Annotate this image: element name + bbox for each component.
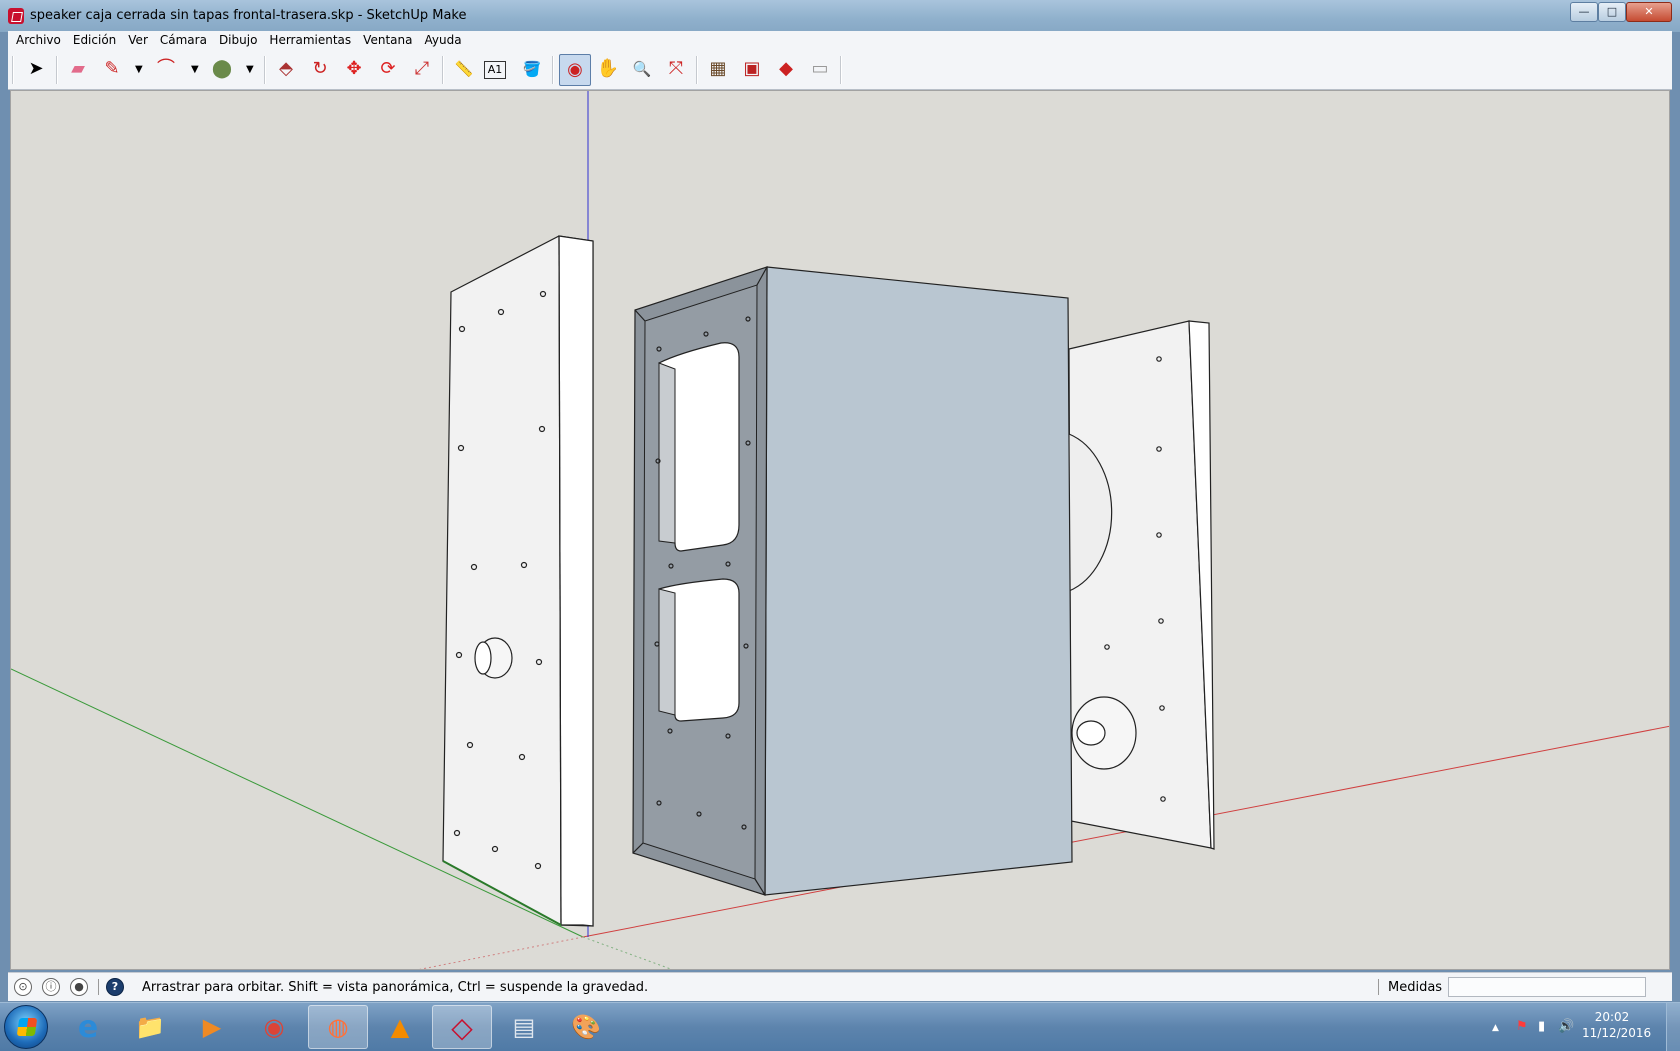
orbit-icon[interactable]: ◉ (559, 54, 591, 86)
clock-time: 20:02 (1594, 1010, 1630, 1024)
vlc-icon[interactable]: ▲ (370, 1005, 430, 1049)
zoom-extents-icon[interactable]: ⤧ (662, 55, 690, 83)
help-icon[interactable]: ? (106, 978, 124, 996)
menu-dibujo[interactable]: Dibujo (213, 31, 263, 50)
windows-taskbar: e 📁 ▶ ◉ ◍ ▲ ◇ ▤ 🎨 ▲ ⚑ ▮ 🔊 20:02 11/12/20… (0, 1002, 1680, 1051)
chrome-icon[interactable]: ◉ (244, 1005, 304, 1049)
minimize-button[interactable]: — (1570, 2, 1598, 22)
layout-icon[interactable]: ▭ (806, 55, 834, 83)
front-panel (442, 235, 594, 927)
measurements-label: Medidas (1388, 980, 1443, 995)
status-message: Arrastrar para orbitar. Shift = vista pa… (142, 980, 649, 995)
start-button[interactable] (4, 1005, 48, 1049)
text-icon[interactable]: A1 (484, 61, 506, 79)
pencil-dropdown-icon[interactable]: ▼ (135, 64, 143, 75)
zoom-icon[interactable]: 🔍 (628, 55, 656, 83)
credits-icon[interactable]: ⓘ (42, 978, 60, 996)
main-toolbar: ➤ ▰ ✎ ▼ ⌒ ▼ ⬤ ▼ ⬘ ↻ ✥ ⟳ ⤢ 📏 A1 🪣 ◉ ✋ 🔍 ⤧… (8, 50, 1672, 90)
follow-me-icon[interactable]: ↻ (306, 55, 334, 83)
toolbar-separator (442, 56, 444, 84)
menu-herramientas[interactable]: Herramientas (263, 31, 357, 50)
move-icon[interactable]: ✥ (340, 55, 368, 83)
media-player-icon[interactable]: ▶ (182, 1005, 242, 1049)
window-title: speaker caja cerrada sin tapas frontal-t… (30, 8, 467, 23)
paint-bucket-icon[interactable]: 🪣 (518, 55, 546, 83)
tray-expand-icon[interactable]: ▲ (1492, 1023, 1499, 1033)
system-clock[interactable]: 20:02 11/12/2016 (1582, 1009, 1652, 1041)
toolbar-separator (840, 56, 842, 84)
arc-dropdown-icon[interactable]: ▼ (191, 64, 199, 75)
menu-ayuda[interactable]: Ayuda (418, 31, 467, 50)
menu-edicion[interactable]: Edición (67, 31, 122, 50)
geolocation-icon[interactable]: ⊙ (14, 978, 32, 996)
menu-bar: Archivo Edición Ver Cámara Dibujo Herramienta… (8, 31, 1672, 51)
speaker-cabinet (632, 266, 1073, 896)
close-button[interactable]: ✕ (1626, 2, 1672, 22)
pan-icon[interactable]: ✋ (594, 55, 622, 83)
extension-icon[interactable]: ◆ (772, 55, 800, 83)
action-center-flag-icon[interactable]: ⚑ (1516, 1019, 1528, 1034)
green-axis-dotted (582, 936, 673, 969)
sketchup-app-icon (8, 8, 24, 24)
warehouse-icon[interactable]: ▦ (704, 55, 732, 83)
red-axis-dotted (419, 936, 584, 969)
toolbar-grip (12, 56, 14, 84)
eraser-icon[interactable]: ▰ (64, 55, 92, 83)
network-signal-icon[interactable]: ▮ (1538, 1019, 1545, 1034)
measure-separator (1378, 979, 1379, 995)
pencil-icon[interactable]: ✎ (98, 55, 126, 83)
tape-measure-icon[interactable]: 📏 (450, 55, 478, 83)
toolbar-separator (264, 56, 266, 84)
volume-icon[interactable]: 🔊 (1558, 1019, 1574, 1034)
status-bar: ⊙ ⓘ ● ? Arrastrar para orbitar. Shift = … (8, 972, 1672, 1001)
push-pull-icon[interactable]: ⬘ (272, 55, 300, 83)
toolbar-separator (56, 56, 58, 84)
status-separator (98, 979, 99, 995)
internet-explorer-icon[interactable]: e (58, 1005, 118, 1049)
clock-date: 11/12/2016 (1582, 1026, 1652, 1040)
rotate-icon[interactable]: ⟳ (374, 55, 402, 83)
scale-icon[interactable]: ⤢ (408, 55, 436, 83)
rear-panel (1068, 320, 1215, 850)
paint-icon[interactable]: 🎨 (556, 1005, 616, 1049)
components-icon[interactable]: ▣ (738, 55, 766, 83)
shape-dropdown-icon[interactable]: ▼ (246, 64, 254, 75)
select-icon[interactable]: ➤ (22, 55, 50, 83)
calculator-icon[interactable]: ▤ (494, 1005, 554, 1049)
sketchup-icon[interactable]: ◇ (432, 1005, 492, 1049)
shape-icon[interactable]: ⬤ (208, 55, 236, 83)
menu-archivo[interactable]: Archivo (8, 31, 67, 50)
menu-ventana[interactable]: Ventana (357, 31, 418, 50)
maximize-button[interactable]: □ (1598, 2, 1626, 22)
toolbar-separator (552, 56, 554, 84)
menu-ver[interactable]: Ver (122, 31, 154, 50)
measurements-input[interactable] (1448, 977, 1646, 997)
show-desktop-button[interactable] (1666, 1003, 1680, 1051)
title-bar: speaker caja cerrada sin tapas frontal-t… (0, 0, 1680, 32)
toolbar-separator (696, 56, 698, 84)
user-icon[interactable]: ● (70, 978, 88, 996)
firefox-icon[interactable]: ◍ (308, 1005, 368, 1049)
arc-icon[interactable]: ⌒ (152, 55, 180, 83)
menu-camara[interactable]: Cámara (154, 31, 213, 50)
file-explorer-icon[interactable]: 📁 (120, 1005, 180, 1049)
drawing-viewport[interactable] (10, 90, 1670, 970)
model-canvas[interactable] (11, 91, 1670, 970)
